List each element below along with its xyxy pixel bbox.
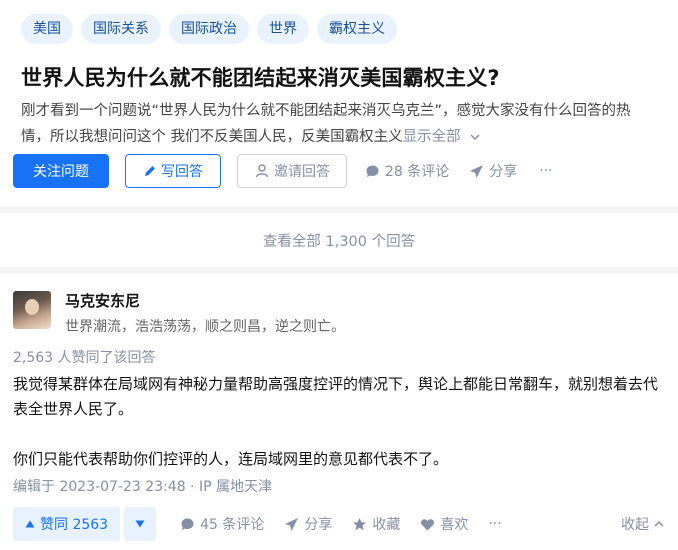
- star-icon: [353, 517, 367, 530]
- upvote-label: 赞同 2563: [40, 517, 109, 533]
- answer-share-label: 分享: [304, 517, 333, 533]
- more-icon: ···: [488, 516, 502, 532]
- agree-count-text: 2,563 人赞同了该回答: [13, 350, 156, 366]
- answer-comments-button[interactable]: 45 条评论: [180, 514, 264, 534]
- question-title[interactable]: 世界人民为什么就不能团结起来消灭美国霸权主义?: [21, 62, 500, 92]
- comment-icon: [366, 165, 379, 177]
- like-button[interactable]: 喜欢: [420, 514, 468, 534]
- topic-tag[interactable]: 美国: [21, 14, 73, 44]
- question-comments-label: 28 条评论: [385, 164, 450, 180]
- answer-more-button[interactable]: ···: [488, 516, 501, 532]
- question-detail-line: 刚才看到一个问题说“世界人民为什么就不能团结起来消灭乌克兰”，感觉大家没有什么回…: [21, 103, 631, 119]
- question-comments-button[interactable]: 28 条评论: [365, 161, 449, 181]
- downvote-button[interactable]: [124, 507, 157, 541]
- follow-question-label: 关注问题: [33, 164, 89, 180]
- author-info: 马克安东尼 世界潮流，浩浩荡荡，顺之则昌，逆之则亡。: [65, 291, 345, 336]
- answer-content: 我觉得某群体在局域网有神秘力量帮助高强度控评的情况下，舆论上都能日常翻车，就别想…: [13, 372, 669, 472]
- invite-answer-label: 邀请回答: [274, 164, 330, 180]
- answer-actions: 赞同 2563 45 条评论 分享 收藏 喜欢 ··· 收起: [13, 507, 665, 541]
- show-all-label: 显示全部: [402, 129, 461, 145]
- question-detail-text: 情，所以我想问问这个 我们不反美国人民，反美国霸权主义: [21, 129, 403, 145]
- question-share-button[interactable]: 分享: [469, 161, 517, 181]
- collapse-label: 收起: [621, 517, 649, 533]
- chevron-down-icon: [470, 134, 480, 141]
- avatar[interactable]: [13, 291, 51, 329]
- invite-answer-button[interactable]: 邀请回答: [237, 154, 347, 188]
- more-icon: ···: [539, 163, 553, 179]
- write-answer-label: 写回答: [161, 164, 203, 180]
- topic-tag[interactable]: 国际关系: [81, 14, 161, 44]
- topic-tag[interactable]: 国际政治: [169, 14, 249, 44]
- show-all-button[interactable]: 显示全部: [403, 129, 482, 145]
- answer-card: 马克安东尼 世界潮流，浩浩荡荡，顺之则昌，逆之则亡。 2,563 人赞同了该回答…: [0, 274, 678, 550]
- person-icon: [255, 164, 269, 178]
- collapse-button[interactable]: 收起: [621, 514, 665, 534]
- triangle-down-icon: [135, 520, 145, 528]
- answer-comments-label: 45 条评论: [200, 517, 265, 533]
- view-all-answers-card: 查看全部 1,300 个回答: [0, 213, 678, 267]
- topic-tag[interactable]: 霸权主义: [317, 14, 397, 44]
- answer-paragraph: 你们只能代表帮助你们控评的人，连局域网里的意见都代表不了。: [13, 450, 449, 468]
- paper-plane-icon: [285, 517, 299, 531]
- edit-info[interactable]: 编辑于 2023-07-23 23:48 · IP 属地天津: [13, 476, 272, 496]
- view-all-answers-link[interactable]: 查看全部 1,300 个回答: [0, 213, 678, 267]
- upvote-button[interactable]: 赞同 2563: [13, 507, 121, 541]
- answer-author: 马克安东尼 世界潮流，浩浩荡荡，顺之则昌，逆之则亡。: [13, 291, 345, 336]
- question-actions: 关注问题 写回答 邀请回答 28 条评论 分享 ···: [13, 154, 553, 188]
- answer-share-button[interactable]: 分享: [284, 514, 332, 534]
- collect-button[interactable]: 收藏: [352, 514, 400, 534]
- question-card: 美国 国际关系 国际政治 世界 霸权主义 世界人民为什么就不能团结起来消灭美国霸…: [0, 0, 678, 206]
- question-share-label: 分享: [489, 164, 518, 180]
- author-name[interactable]: 马克安东尼: [65, 291, 345, 311]
- question-detail[interactable]: 刚才看到一个问题说“世界人民为什么就不能团结起来消灭乌克兰”，感觉大家没有什么回…: [21, 98, 669, 150]
- question-more-button[interactable]: ···: [539, 163, 552, 179]
- topic-tag[interactable]: 世界: [257, 14, 309, 44]
- pencil-icon: [145, 166, 155, 176]
- heart-icon: [421, 518, 435, 530]
- triangle-up-icon: [25, 520, 35, 528]
- topic-tags: 美国 国际关系 国际政治 世界 霸权主义: [21, 14, 397, 44]
- chevron-up-icon: [654, 520, 664, 527]
- follow-question-button[interactable]: 关注问题: [13, 154, 109, 188]
- question-detail-line: 情，所以我想问问这个 我们不反美国人民，反美国霸权主义显示全部: [21, 124, 669, 150]
- answer-paragraph: 我觉得某群体在局域网有神秘力量帮助高强度控评的情况下，舆论上都能日常翻车，就别想…: [13, 375, 659, 418]
- paper-plane-icon: [470, 164, 484, 178]
- author-bio: 世界潮流，浩浩荡荡，顺之则昌，逆之则亡。: [65, 319, 345, 335]
- like-label: 喜欢: [440, 517, 469, 533]
- write-answer-button[interactable]: 写回答: [125, 154, 221, 188]
- collect-label: 收藏: [372, 517, 401, 533]
- comment-icon: [181, 518, 194, 530]
